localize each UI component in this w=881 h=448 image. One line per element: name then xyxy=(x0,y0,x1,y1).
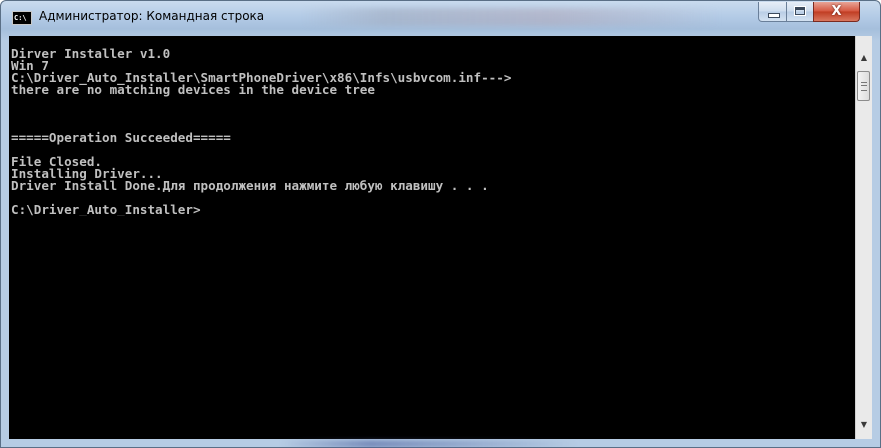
close-button[interactable]: X xyxy=(813,2,860,22)
console-output-area[interactable]: Dirver Installer v1.0 Win 7 C:\Driver_Au… xyxy=(9,36,855,439)
blurred-taskbar-fragment xyxy=(280,440,580,448)
blurred-background-overlay xyxy=(301,8,721,26)
grip-icon xyxy=(861,82,867,91)
close-icon: X xyxy=(831,4,842,19)
title-bar[interactable]: C:\ Администратор: Командная строка X xyxy=(1,1,880,35)
maximize-icon xyxy=(795,7,805,15)
minimize-icon xyxy=(768,13,780,18)
console-text: Dirver Installer v1.0 Win 7 C:\Driver_Au… xyxy=(11,46,512,216)
maximize-button[interactable] xyxy=(786,2,814,22)
window-title: Администратор: Командная строка xyxy=(39,9,265,23)
scroll-up-arrow-icon[interactable]: ▲ xyxy=(856,50,872,66)
command-prompt-window: C:\ Администратор: Командная строка X Di… xyxy=(0,0,881,448)
scrollbar-thumb[interactable] xyxy=(857,71,870,101)
cmd-icon[interactable]: C:\ xyxy=(12,11,32,25)
minimize-button[interactable] xyxy=(758,2,787,22)
vertical-scrollbar[interactable]: ▲ ▼ xyxy=(855,36,872,439)
scroll-down-arrow-icon[interactable]: ▼ xyxy=(856,417,872,433)
